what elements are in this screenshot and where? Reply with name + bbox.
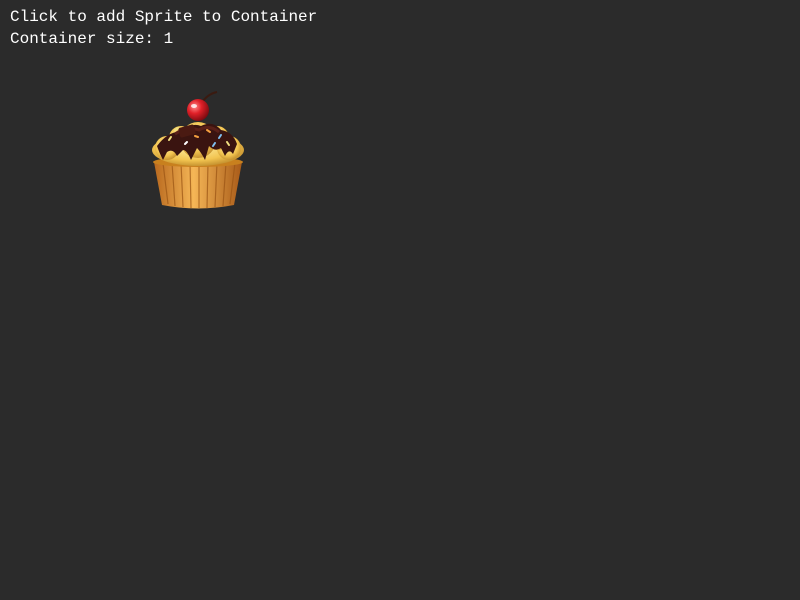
- container-size-text: Container size: 1: [10, 30, 174, 48]
- game-canvas[interactable]: Click to add Sprite to Container Contain…: [0, 0, 800, 600]
- cupcake-sprite[interactable]: [149, 90, 247, 212]
- instruction-text: Click to add Sprite to Container: [10, 8, 318, 26]
- cupcake-icon: [152, 91, 244, 209]
